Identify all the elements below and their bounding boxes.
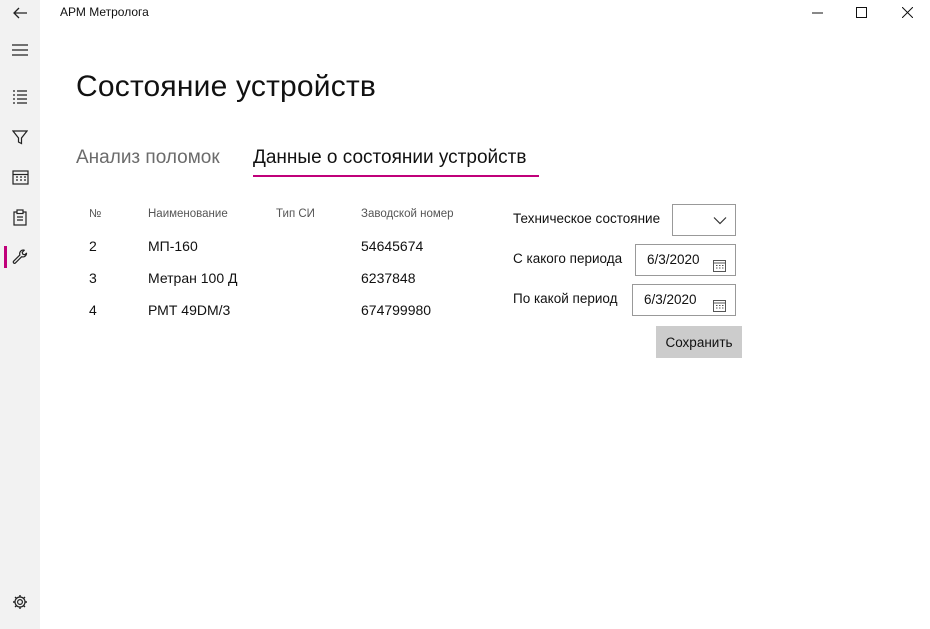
- settings-button[interactable]: [0, 582, 40, 622]
- from-period-label: С какого периода: [513, 251, 623, 266]
- close-button[interactable]: [884, 0, 930, 28]
- clipboard-icon: [12, 208, 28, 226]
- to-date-picker[interactable]: 6/3/2020: [632, 284, 736, 316]
- from-date-picker[interactable]: 6/3/2020: [635, 244, 736, 276]
- cell-name: РМТ 49DM/3: [148, 302, 231, 318]
- tab-selected-indicator: [253, 175, 539, 177]
- cell-number: 3: [89, 270, 97, 286]
- column-header-number[interactable]: №: [89, 208, 101, 220]
- gear-icon: [12, 594, 28, 610]
- cell-serial: 54645674: [361, 238, 424, 254]
- technical-state-label: Техническое состояние: [513, 211, 661, 226]
- nav-item-filter[interactable]: [0, 117, 40, 157]
- nav-item-calendar[interactable]: [0, 157, 40, 197]
- nav-item-list[interactable]: [0, 77, 40, 117]
- cell-serial: 674799980: [361, 302, 432, 318]
- technical-state-dropdown[interactable]: [672, 204, 736, 236]
- back-arrow-icon: [12, 5, 28, 21]
- tab-device-state-data[interactable]: Данные о состоянии устройств: [253, 147, 526, 169]
- app-title: АРМ Метролога: [60, 5, 149, 19]
- hamburger-button[interactable]: [0, 30, 40, 70]
- page-title: Состояние устройств: [76, 70, 377, 103]
- save-button[interactable]: Сохранить: [656, 326, 742, 358]
- nav-item-device-state[interactable]: [0, 237, 40, 277]
- nav-item-clipboard[interactable]: [0, 197, 40, 237]
- cell-serial: 6237848: [361, 270, 416, 286]
- cell-name: МП-160: [148, 238, 198, 254]
- cell-name: Метран 100 Д: [148, 270, 238, 286]
- calendar-icon: [713, 293, 726, 323]
- column-header-serial[interactable]: Заводской номер: [361, 208, 454, 220]
- back-button[interactable]: [0, 0, 40, 33]
- column-header-name[interactable]: Наименование: [148, 208, 228, 220]
- chevron-down-icon: [713, 213, 727, 232]
- column-header-type[interactable]: Тип СИ: [276, 208, 315, 220]
- calendar-icon: [713, 253, 726, 283]
- maximize-button[interactable]: [838, 0, 884, 28]
- funnel-icon: [12, 129, 28, 145]
- from-date-value: 6/3/2020: [647, 252, 700, 267]
- minimize-icon: [811, 5, 823, 23]
- to-date-value: 6/3/2020: [644, 292, 697, 307]
- wrench-icon: [12, 249, 28, 265]
- to-period-label: По какой период: [513, 291, 618, 306]
- close-icon: [901, 5, 913, 23]
- cell-number: 2: [89, 238, 97, 254]
- calendar-icon: [11, 169, 29, 185]
- tab-breakdown-analysis[interactable]: Анализ поломок: [76, 147, 220, 169]
- nav-rail: [0, 0, 40, 629]
- list-icon: [12, 89, 28, 105]
- cell-number: 4: [89, 302, 97, 318]
- maximize-icon: [855, 5, 867, 23]
- minimize-button[interactable]: [794, 0, 840, 28]
- hamburger-menu-icon: [12, 43, 28, 57]
